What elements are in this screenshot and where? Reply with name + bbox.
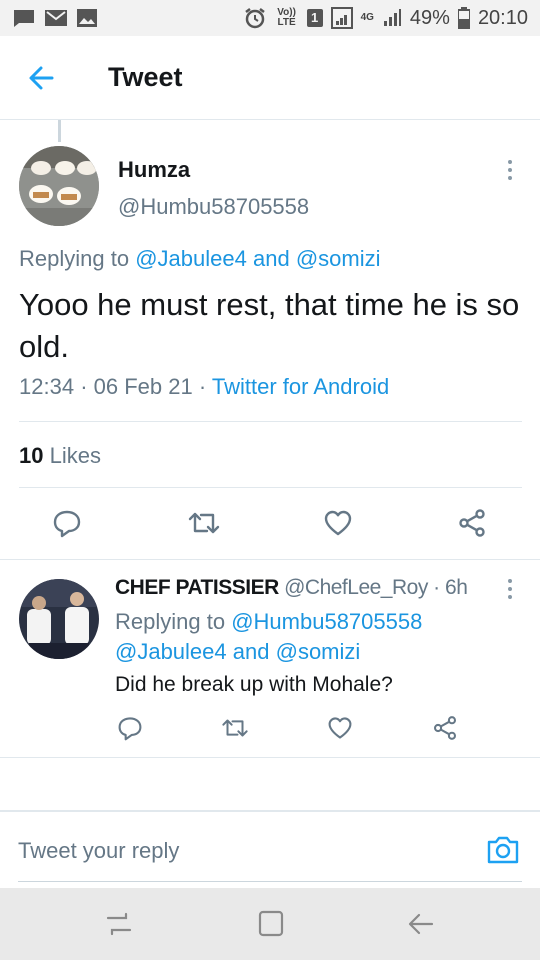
gmail-icon	[45, 10, 67, 26]
reply-tweet-text: Did he break up with Mohale?	[115, 673, 393, 696]
battery-percent: 49%	[409, 6, 450, 29]
recent-apps-button[interactable]	[104, 910, 134, 938]
heart-icon	[328, 717, 352, 739]
signal-icon	[330, 7, 353, 29]
likes-label: Likes	[49, 443, 101, 468]
reply-input[interactable]: Tweet your reply	[18, 838, 458, 864]
tweet-source-link[interactable]: Twitter for Android	[212, 374, 389, 399]
retweet-button[interactable]	[186, 508, 222, 538]
mention-link[interactable]: @somizi	[296, 246, 381, 271]
like-button[interactable]	[327, 715, 353, 741]
mention-link[interactable]: @somizi	[276, 639, 361, 664]
back-nav-button[interactable]	[406, 910, 436, 938]
divider	[0, 559, 540, 560]
battery-icon	[457, 7, 470, 29]
camera-button[interactable]	[486, 834, 520, 866]
divider	[19, 487, 522, 488]
like-button[interactable]	[323, 508, 353, 538]
replying-prefix: Replying to	[19, 246, 130, 271]
home-icon	[258, 910, 284, 937]
clock: 20:10	[477, 6, 528, 29]
more-vertical-icon	[508, 579, 512, 599]
system-nav-bar	[0, 888, 540, 960]
status-bar: Vo)) LTE 1 4G 49% 20:10	[0, 0, 540, 36]
signal-bars-icon	[383, 9, 401, 26]
avatar[interactable]	[19, 579, 99, 659]
page-title: Tweet	[108, 62, 183, 92]
share-icon	[459, 509, 485, 537]
avatar-photo	[19, 146, 99, 226]
reply-input-underline	[18, 881, 522, 882]
back-button[interactable]	[22, 60, 62, 96]
reply-author-line: CHEF PATISSIER @ChefLee_Roy · 6h	[115, 576, 468, 599]
share-icon	[433, 716, 457, 740]
network-type: 4G	[360, 12, 374, 23]
heart-icon	[324, 510, 352, 536]
share-button[interactable]	[432, 715, 458, 741]
likes-count[interactable]: 10 Likes	[19, 443, 101, 469]
and-text: and	[232, 639, 270, 664]
reply-author-name[interactable]: CHEF PATISSIER	[115, 576, 279, 599]
mention-link[interactable]: @Jabulee4	[135, 246, 247, 271]
message-icon	[14, 10, 34, 27]
reply-replying-to: Replying to @Humbu58705558 @Jabulee4 and…	[115, 607, 495, 667]
retweet-icon	[222, 719, 248, 737]
more-vertical-icon	[508, 160, 512, 180]
app-header: Tweet	[0, 36, 540, 120]
thread-connector	[58, 120, 61, 142]
sim-badge: 1	[306, 9, 323, 27]
reply-button[interactable]	[52, 508, 82, 538]
tweet-time: 12:34	[19, 374, 75, 399]
likes-number: 10	[19, 443, 44, 468]
tweet-meta: 12:34 · 06 Feb 21 · Twitter for Android	[19, 374, 390, 399]
avatar-photo	[19, 579, 99, 659]
author-handle[interactable]: @Humbu58705558	[118, 194, 309, 220]
reply-icon	[53, 510, 81, 538]
camera-icon	[487, 836, 519, 864]
reply-icon	[118, 717, 142, 741]
and-text: and	[252, 246, 290, 271]
more-options-button[interactable]	[500, 577, 520, 601]
reply-tweet-age: 6h	[445, 576, 468, 599]
home-button[interactable]	[256, 910, 286, 938]
divider	[19, 421, 522, 422]
arrow-left-icon	[29, 66, 54, 90]
recent-apps-icon	[106, 912, 132, 936]
more-options-button[interactable]	[500, 158, 520, 182]
reply-button[interactable]	[117, 715, 143, 741]
share-button[interactable]	[457, 508, 487, 538]
reply-composer: Tweet your reply	[0, 810, 540, 888]
replying-prefix: Replying to	[115, 609, 226, 634]
volte-indicator: Vo)) LTE	[277, 7, 296, 28]
mention-link[interactable]: @Humbu58705558	[231, 609, 422, 634]
reply-author-handle[interactable]: @ChefLee_Roy	[284, 576, 428, 599]
divider	[0, 757, 540, 758]
author-name[interactable]: Humza	[118, 157, 190, 183]
mention-link[interactable]: @Jabulee4	[115, 639, 227, 664]
replying-to: Replying to @Jabulee4 and @somizi	[19, 246, 380, 272]
avatar[interactable]	[19, 146, 99, 226]
gallery-icon	[77, 9, 97, 27]
tweet-text: Yooo he must rest, that time he is so ol…	[19, 287, 520, 364]
retweet-button[interactable]	[220, 715, 250, 741]
retweet-icon	[188, 512, 220, 534]
alarm-icon	[244, 8, 265, 29]
back-icon	[408, 913, 434, 935]
tweet-date: 06 Feb 21	[93, 374, 193, 399]
